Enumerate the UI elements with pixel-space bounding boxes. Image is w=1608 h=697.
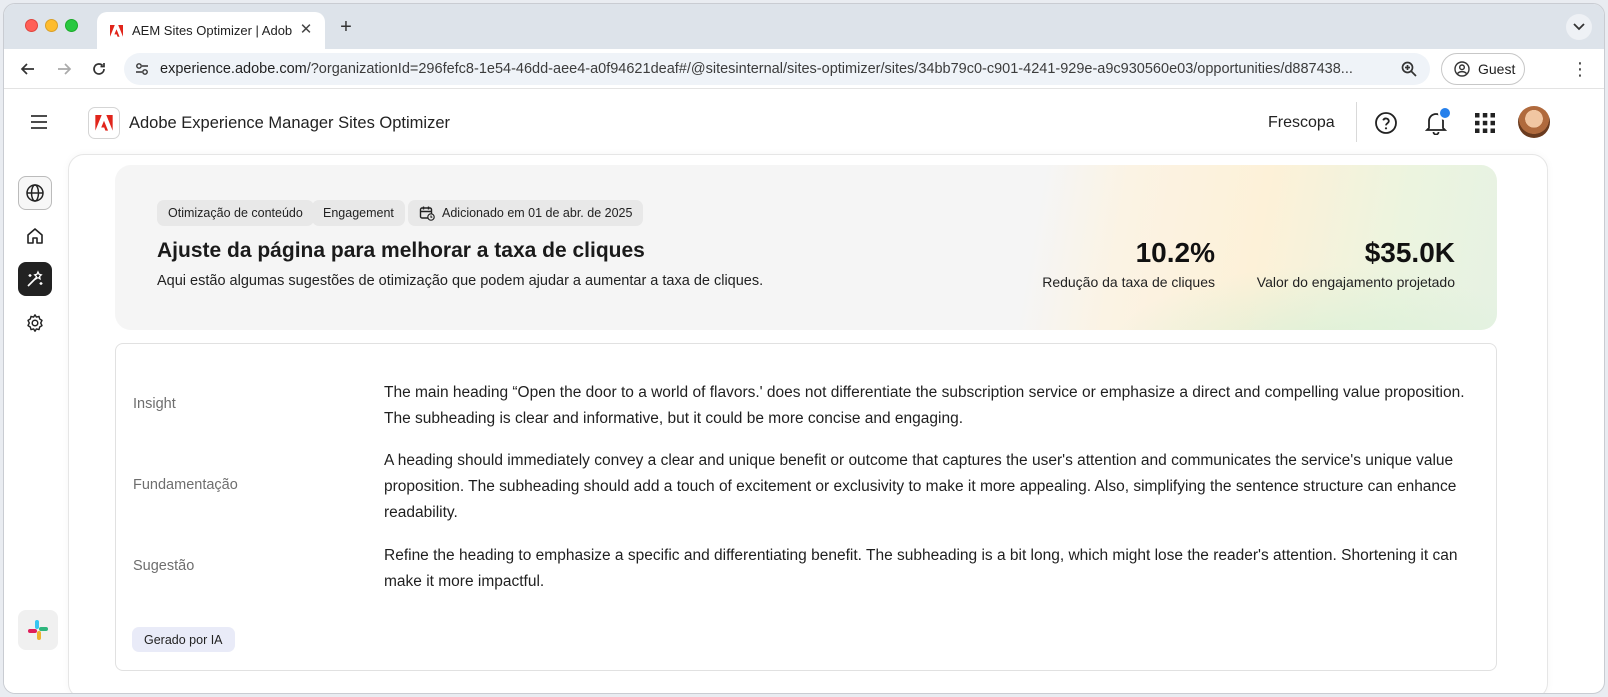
browser-tab[interactable]: AEM Sites Optimizer | Adobe ✕	[97, 12, 325, 49]
user-avatar[interactable]	[1518, 106, 1550, 138]
adobe-logo[interactable]	[88, 107, 120, 139]
metric-ctr-reduction: 10.2% Redução da taxa de cliques	[1042, 237, 1215, 290]
minimize-window-button[interactable]	[45, 19, 58, 32]
org-switcher[interactable]: Frescopa	[1268, 114, 1335, 132]
nav-home[interactable]	[18, 219, 52, 253]
close-tab-icon[interactable]: ✕	[297, 21, 315, 39]
hamburger-menu-icon[interactable]	[29, 112, 49, 132]
date-added-text: Adicionado em 01 de abr. de 2025	[442, 206, 633, 220]
calendar-icon	[419, 206, 435, 221]
opportunity-title: Ajuste da página para melhorar a taxa de…	[157, 239, 645, 262]
new-tab-button[interactable]: +	[334, 16, 358, 40]
opportunity-panel: Otimização de conteúdo Engagement Adicio…	[68, 154, 1548, 693]
ai-generated-badge: Gerado por IA	[132, 627, 235, 652]
apps-grid-icon	[1475, 113, 1495, 133]
help-icon	[1375, 112, 1397, 134]
adobe-favicon-icon	[109, 24, 123, 38]
metric-value: 10.2%	[1135, 237, 1215, 268]
url-path: /?organizationId=296fefc8-1e54-46dd-aee4…	[306, 61, 1353, 77]
metric-value: $35.0K	[1364, 237, 1455, 268]
rationale-text: A heading should immediately convey a cl…	[384, 452, 1457, 521]
opportunity-description: Aqui estão algumas sugestões de otimizaç…	[157, 273, 764, 289]
site-selector-button[interactable]	[18, 176, 52, 210]
category-tag: Otimização de conteúdo	[157, 200, 314, 226]
opportunity-summary: Otimização de conteúdo Engagement Adicio…	[115, 165, 1497, 330]
nav-opportunities[interactable]	[18, 262, 52, 296]
slack-integration-button[interactable]	[18, 610, 58, 650]
left-nav-rail	[4, 154, 68, 693]
insight-label: Insight	[133, 396, 176, 412]
notification-badge	[1438, 106, 1452, 120]
home-icon	[27, 228, 43, 244]
ai-suggestion-card: Insight The main heading “Open the door …	[115, 343, 1497, 671]
url-text: experience.adobe.com/?organizationId=296…	[160, 61, 1390, 77]
nav-settings[interactable]	[18, 306, 52, 340]
reload-icon	[93, 63, 105, 75]
app-title: Adobe Experience Manager Sites Optimizer	[129, 114, 450, 132]
account-circle-icon	[1454, 61, 1470, 77]
back-button[interactable]	[16, 57, 40, 81]
site-settings-icon[interactable]	[134, 61, 150, 77]
close-window-button[interactable]	[25, 19, 38, 32]
browser-menu-icon[interactable]: ⋮	[1570, 59, 1590, 79]
globe-icon	[26, 184, 44, 202]
arrow-left-icon	[20, 63, 34, 75]
chevron-down-icon	[1573, 23, 1585, 31]
suggestion-text: Refine the heading to emphasize a specif…	[384, 547, 1458, 590]
adobe-logo-icon	[95, 115, 113, 131]
reload-button[interactable]	[87, 57, 111, 81]
browser-toolbar: experience.adobe.com/?organizationId=296…	[4, 49, 1604, 89]
rationale-label: Fundamentação	[133, 477, 238, 493]
url-host: experience.adobe.com	[160, 61, 307, 77]
profile-button[interactable]: Guest	[1441, 53, 1525, 85]
forward-button[interactable]	[52, 57, 76, 81]
profile-label: Guest	[1478, 61, 1516, 77]
arrow-right-icon	[58, 63, 72, 75]
browser-window: AEM Sites Optimizer | Adobe ✕ + experien…	[3, 3, 1605, 694]
apps-button[interactable]	[1472, 110, 1498, 136]
tab-search-button[interactable]	[1566, 14, 1592, 40]
suggestion-label: Sugestão	[133, 558, 195, 574]
tab-title: AEM Sites Optimizer | Adobe	[132, 23, 292, 38]
gear-icon	[27, 314, 43, 332]
tab-strip: AEM Sites Optimizer | Adobe ✕ +	[4, 4, 1604, 49]
date-tag: Adicionado em 01 de abr. de 2025	[408, 200, 644, 226]
metric-label: Valor do engajamento projetado	[1256, 274, 1455, 290]
help-button[interactable]	[1373, 110, 1399, 136]
insight-text: The main heading “Open the door to a wor…	[384, 384, 1465, 427]
header-divider	[1356, 102, 1357, 142]
zoom-icon[interactable]	[1400, 60, 1418, 78]
metric-projected-value: $35.0K Valor do engajamento projetado	[1257, 237, 1455, 290]
address-bar[interactable]: experience.adobe.com/?organizationId=296…	[124, 53, 1430, 85]
maximize-window-button[interactable]	[65, 19, 78, 32]
type-tag: Engagement	[312, 200, 405, 226]
slack-icon	[28, 620, 48, 640]
metric-label: Redução da taxa de cliques	[1042, 274, 1215, 290]
app-header: Adobe Experience Manager Sites Optimizer…	[4, 90, 1604, 154]
magic-wand-icon	[27, 270, 43, 287]
